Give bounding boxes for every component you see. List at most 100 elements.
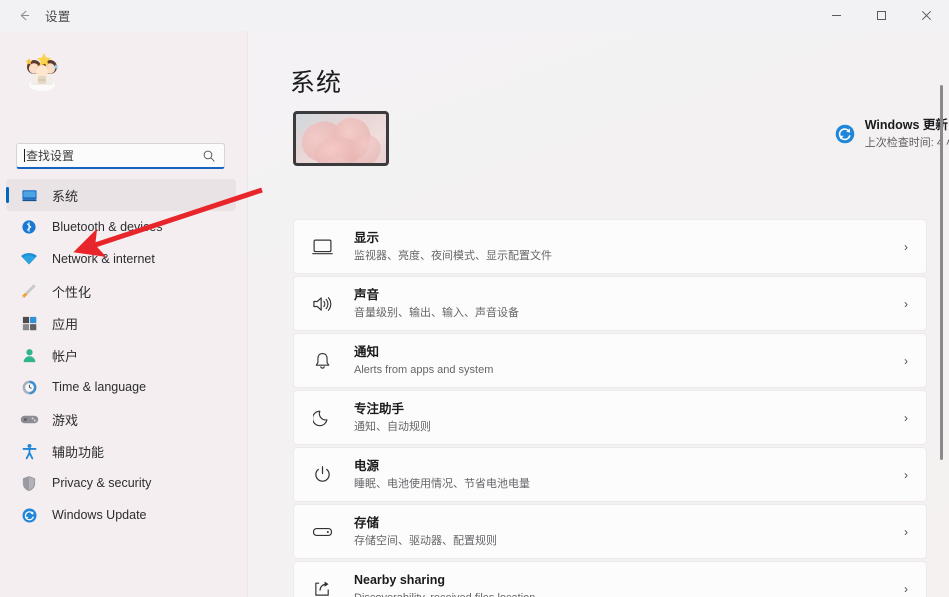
sidebar-item-label: 帐户 xyxy=(52,348,79,364)
selection-indicator xyxy=(6,187,9,203)
wifi-icon xyxy=(18,249,40,269)
search-input[interactable]: 查找设置 xyxy=(16,143,225,169)
chevron-right-icon[interactable]: › xyxy=(904,297,908,311)
sound-icon xyxy=(310,295,334,313)
settings-card-display[interactable]: 显示 监视器、亮度、夜间模式、显示配置文件 › xyxy=(293,219,927,274)
brush-icon xyxy=(18,281,40,301)
card-subtitle: Discoverability, received files location xyxy=(354,591,904,597)
system-hero: Windows 更新 上次检查时间: 4 小时前 xyxy=(293,111,949,177)
gamepad-icon xyxy=(18,409,40,429)
display-icon xyxy=(310,238,334,256)
notifications-icon xyxy=(310,351,334,371)
apps-icon xyxy=(18,313,40,333)
chevron-right-icon[interactable]: › xyxy=(904,411,908,425)
search-icon[interactable] xyxy=(202,149,216,168)
card-title: 通知 xyxy=(354,344,380,359)
main-content: 系统 Windows 更新 上次检查时间: 显示 监视器、亮度、夜间模式、显示配… xyxy=(248,31,949,597)
windows-update-status[interactable]: Windows 更新 上次检查时间: 4 小时前 xyxy=(834,117,949,151)
search-placeholder: 查找设置 xyxy=(26,149,75,163)
card-title: 存储 xyxy=(354,515,380,530)
sidebar-item-label: Privacy & security xyxy=(52,476,152,490)
sidebar-item-accessibility[interactable]: 辅助功能 xyxy=(6,435,236,467)
minimize-button[interactable] xyxy=(814,0,859,31)
user-avatar-icon[interactable] xyxy=(18,45,66,93)
settings-window: 设置 查找设置 系统 Bluetooth & devices Network &… xyxy=(0,0,949,597)
settings-card-text: Nearby sharing Discoverability, received… xyxy=(354,572,904,597)
page-title: 系统 xyxy=(290,69,343,97)
scrollbar[interactable] xyxy=(936,31,946,597)
window-title: 设置 xyxy=(45,10,71,24)
sidebar-item-windows-update[interactable]: Windows Update xyxy=(6,499,236,531)
settings-card-text: 显示 监视器、亮度、夜间模式、显示配置文件 xyxy=(354,230,904,264)
sidebar-item-label: Windows Update xyxy=(52,508,147,522)
sidebar-item-label: 游戏 xyxy=(52,412,79,428)
settings-card-text: 通知 Alerts from apps and system xyxy=(354,344,904,378)
sidebar-item-label: 应用 xyxy=(52,316,79,332)
card-title: 声音 xyxy=(354,287,380,302)
settings-card-text: 声音 音量级别、输出、输入、声音设备 xyxy=(354,287,904,321)
shield-icon xyxy=(18,473,40,493)
title-bar: 设置 xyxy=(0,0,949,31)
windows-update-icon xyxy=(834,123,856,145)
sidebar-item-label: Bluetooth & devices xyxy=(52,220,163,234)
settings-card-text: 专注助手 通知、自动规则 xyxy=(354,401,904,435)
card-title: Nearby sharing xyxy=(354,572,446,587)
chevron-right-icon[interactable]: › xyxy=(904,240,908,254)
sidebar-nav-list: 系统 Bluetooth & devices Network & interne… xyxy=(0,179,248,531)
settings-card-text: 存储 存储空间、驱动器、配置规则 xyxy=(354,515,904,549)
back-arrow-icon[interactable] xyxy=(9,1,39,31)
sidebar-item-time-language[interactable]: Time & language xyxy=(6,371,236,403)
account-icon xyxy=(18,345,40,365)
card-title: 专注助手 xyxy=(354,401,405,416)
card-title: 显示 xyxy=(354,230,380,245)
close-button[interactable] xyxy=(904,0,949,31)
settings-card-nearby-sharing[interactable]: Nearby sharing Discoverability, received… xyxy=(293,561,927,597)
sidebar-item-accounts[interactable]: 帐户 xyxy=(6,339,236,371)
card-subtitle: Alerts from apps and system xyxy=(354,363,494,376)
chevron-right-icon[interactable]: › xyxy=(904,468,908,482)
settings-card-notifications[interactable]: 通知 Alerts from apps and system › xyxy=(293,333,927,388)
nearby-sharing-icon xyxy=(310,579,334,597)
sidebar-item-bluetooth-devices[interactable]: Bluetooth & devices xyxy=(6,211,236,243)
window-controls xyxy=(814,0,949,31)
chevron-right-icon[interactable]: › xyxy=(904,525,908,539)
sidebar-item-apps[interactable]: 应用 xyxy=(6,307,236,339)
card-title: 电源 xyxy=(354,458,380,473)
storage-icon xyxy=(310,525,334,539)
sidebar-item-personalization[interactable]: 个性化 xyxy=(6,275,236,307)
clock-icon xyxy=(18,377,40,397)
settings-card-text: 电源 睡眠、电池使用情况、节省电池电量 xyxy=(354,458,904,492)
card-subtitle: 音量级别、输出、输入、声音设备 xyxy=(354,306,519,319)
settings-card-focus-assist[interactable]: 专注助手 通知、自动规则 › xyxy=(293,390,927,445)
update-icon xyxy=(18,505,40,525)
focus-assist-icon xyxy=(310,408,334,427)
monitor-icon xyxy=(18,185,40,205)
sidebar-item-label: Time & language xyxy=(52,380,147,394)
chevron-right-icon[interactable]: › xyxy=(904,354,908,368)
card-subtitle: 通知、自动规则 xyxy=(354,420,431,433)
sidebar-item-label: 辅助功能 xyxy=(52,444,105,460)
card-subtitle: 睡眠、电池使用情况、节省电池电量 xyxy=(354,477,530,490)
scrollbar-thumb[interactable] xyxy=(940,85,943,460)
sidebar-item-gaming[interactable]: 游戏 xyxy=(6,403,236,435)
sidebar-item-privacy-security[interactable]: Privacy & security xyxy=(6,467,236,499)
bluetooth-icon xyxy=(18,217,40,237)
sidebar: 查找设置 系统 Bluetooth & devices Network & in… xyxy=(0,31,248,597)
card-subtitle: 监视器、亮度、夜间模式、显示配置文件 xyxy=(354,249,552,262)
accessibility-icon xyxy=(18,441,40,461)
card-subtitle: 存储空间、驱动器、配置规则 xyxy=(354,534,497,547)
search-caret xyxy=(24,149,25,162)
chevron-right-icon[interactable]: › xyxy=(904,582,908,596)
settings-card-storage[interactable]: 存储 存储空间、驱动器、配置规则 › xyxy=(293,504,927,559)
sidebar-item-network-internet[interactable]: Network & internet xyxy=(6,243,236,275)
sidebar-item-label: 系统 xyxy=(52,188,79,204)
maximize-button[interactable] xyxy=(859,0,904,31)
settings-card-power[interactable]: 电源 睡眠、电池使用情况、节省电池电量 › xyxy=(293,447,927,502)
power-icon xyxy=(310,465,334,484)
sidebar-item-label: Network & internet xyxy=(52,252,155,266)
sidebar-item-system[interactable]: 系统 xyxy=(6,179,236,211)
device-wallpaper-thumbnail xyxy=(293,111,389,166)
settings-card-list: 显示 监视器、亮度、夜间模式、显示配置文件 › 声音 音量级别、输出、输入、声音… xyxy=(293,219,927,597)
sidebar-item-label: 个性化 xyxy=(52,284,92,300)
settings-card-sound[interactable]: 声音 音量级别、输出、输入、声音设备 › xyxy=(293,276,927,331)
